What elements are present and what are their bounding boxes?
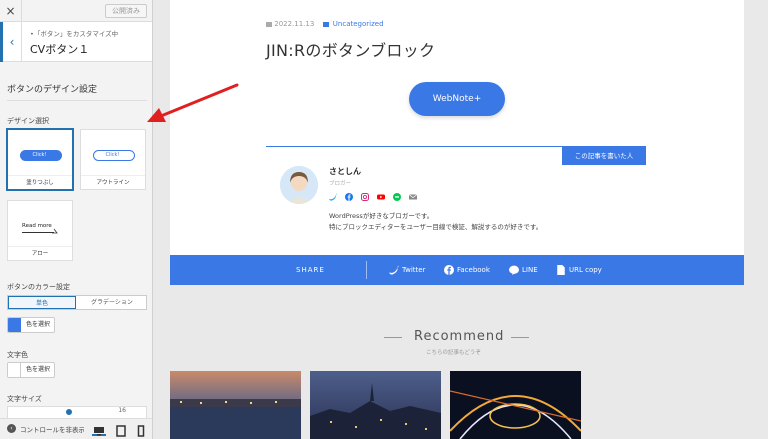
design-preview: Click！ — [8, 130, 72, 176]
text-color-label: 文字色 — [7, 351, 28, 359]
design-preview: Click！ — [81, 130, 145, 176]
color-swatch — [8, 318, 21, 332]
red-annotation-arrow — [147, 83, 239, 122]
line-icon[interactable] — [393, 193, 401, 201]
select-color-label: 色を選択 — [26, 321, 51, 328]
webnote-cta-button[interactable]: WebNote+ — [409, 82, 505, 116]
author-box-tag: この記事を書いた人 — [562, 147, 646, 165]
arrow-button-preview: Read more — [22, 223, 52, 229]
back-chevron-icon[interactable]: ‹ — [0, 22, 22, 62]
slider-handle[interactable] — [66, 409, 72, 415]
author-bio-line: 特にブロックエディターをユーザー目線で検証、解説するのが好きです。 — [329, 223, 543, 231]
share-bar: SHARE Twitter Facebook LINE URL copy — [170, 255, 744, 285]
youtube-icon[interactable] — [377, 193, 385, 201]
article-card: 2022.11.13 Uncategorized JIN:Rのボタンブロック W… — [170, 0, 744, 285]
share-item-label: URL copy — [569, 266, 602, 274]
select-color-label: 色を選択 — [26, 366, 51, 373]
share-item-label: LINE — [522, 266, 538, 274]
share-item-label: Facebook — [457, 266, 490, 274]
calendar-icon — [266, 22, 272, 27]
arrow-underline — [22, 232, 54, 233]
post-title: JIN:Rのボタンブロック — [266, 41, 436, 60]
color-mode-gradient[interactable]: グラデーション — [78, 296, 146, 309]
tablet-icon[interactable] — [114, 422, 128, 437]
mail-icon[interactable] — [409, 193, 417, 201]
avatar — [280, 166, 318, 204]
share-item-label: Twitter — [402, 266, 426, 274]
post-meta: 2022.11.13 Uncategorized — [266, 20, 384, 28]
share-label: SHARE — [296, 266, 325, 274]
outline-button-preview: Click！ — [93, 150, 135, 161]
recommend-rule-right — [511, 337, 529, 338]
mobile-icon[interactable] — [134, 422, 148, 437]
post-date: 2022.11.13 — [274, 20, 315, 28]
post-category-link[interactable]: Uncategorized — [333, 20, 384, 28]
recommend-title: Recommend — [414, 329, 505, 344]
line-icon — [509, 265, 519, 275]
publish-button[interactable]: 公開済み — [105, 4, 147, 18]
color-setting-label: ボタンのカラー設定 — [7, 283, 70, 291]
color-swatch — [8, 363, 21, 377]
facebook-icon[interactable] — [345, 193, 353, 201]
arrow-right-icon — [52, 228, 58, 234]
desktop-icon[interactable] — [92, 422, 106, 436]
design-select-label: デザイン選択 — [7, 117, 49, 125]
section-header: ‹ •「ボタン」をカスタマイズ中 CVボタン１ — [0, 22, 152, 62]
twitter-icon — [389, 265, 399, 275]
font-size-label: 文字サイズ — [7, 395, 42, 403]
recommend-rule-left — [384, 337, 402, 338]
divider — [7, 100, 147, 101]
folder-icon — [322, 22, 329, 27]
hide-controls-label[interactable]: コントロールを非表示 — [20, 424, 84, 434]
customizer-footer: ‹ コントロールを非表示 — [0, 418, 152, 439]
design-option-arrow[interactable]: Read more アロー — [7, 200, 73, 261]
design-caption: アウトライン — [81, 175, 145, 189]
close-icon[interactable]: × — [0, 0, 22, 22]
color-mode-toggle: 単色 グラデーション — [7, 295, 147, 310]
document-icon — [557, 265, 565, 275]
customizer-sidebar: × 公開済み ‹ •「ボタン」をカスタマイズ中 CVボタン１ ボタンのデザイン設… — [0, 0, 153, 439]
author-name: さとしん — [329, 167, 361, 176]
design-option-outline[interactable]: Click！ アウトライン — [80, 129, 146, 190]
recommend-thumbnail-harbor[interactable] — [170, 371, 301, 439]
font-size-slider[interactable]: 16 — [7, 406, 147, 418]
customizer-top-bar: × 公開済み — [0, 0, 152, 22]
author-bio-line: WordPressが好きなブロガーです。 — [329, 212, 434, 220]
design-caption: アロー — [8, 246, 72, 260]
design-settings-heading: ボタンのデザイン設定 — [7, 85, 98, 95]
site-preview: 2022.11.13 Uncategorized JIN:Rのボタンブロック W… — [154, 0, 768, 439]
recommend-subtitle: こちらの記事もどうぞ — [426, 350, 481, 356]
button-color-picker[interactable]: 色を選択 — [7, 317, 55, 333]
color-mode-solid[interactable]: 単色 — [8, 296, 76, 309]
filled-button-preview: Click！ — [20, 150, 62, 161]
facebook-icon — [444, 265, 454, 275]
design-option-fill[interactable]: Click！ 塗りつぶし — [7, 129, 73, 190]
design-caption: 塗りつぶし — [8, 175, 72, 189]
author-bio: WordPressが好きなブロガーです。 特にブロックエディターをユーザー目線で… — [329, 211, 542, 233]
author-role: ブロガー — [329, 181, 352, 187]
design-preview: Read more — [8, 201, 72, 247]
twitter-icon[interactable] — [329, 193, 337, 201]
divider — [366, 261, 367, 279]
breadcrumb: •「ボタン」をカスタマイズ中 — [30, 30, 119, 38]
section-title: CVボタン１ — [30, 43, 90, 56]
font-size-value: 16 — [118, 407, 126, 414]
recommend-thumbnail-highway[interactable] — [450, 371, 581, 439]
recommend-thumbnail-town[interactable] — [310, 371, 441, 439]
instagram-icon[interactable] — [361, 193, 369, 201]
text-color-picker[interactable]: 色を選択 — [7, 362, 55, 378]
hide-controls-icon[interactable]: ‹ — [7, 424, 16, 433]
